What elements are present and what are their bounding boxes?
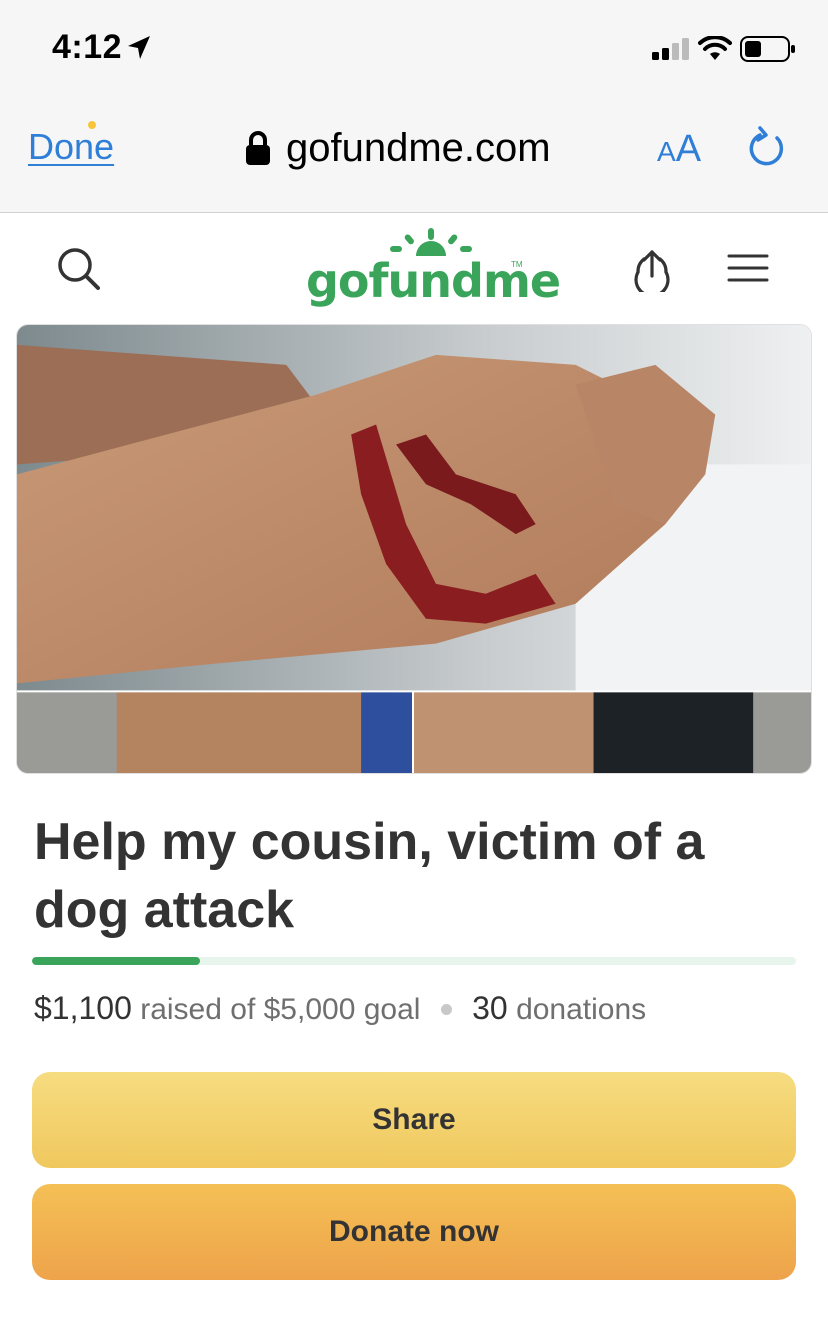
wifi-icon [698,36,732,60]
lock-icon [246,131,270,165]
reload-icon[interactable] [746,126,788,170]
hamburger-menu-icon[interactable] [727,252,769,284]
separator-dot [440,1003,452,1015]
raised-amount: $1,100 [34,990,132,1026]
search-icon[interactable] [56,246,102,292]
progress-fill [32,957,201,965]
text-size-big-label: A [675,128,702,170]
battery-icon [740,36,795,62]
done-indicator-dot [88,121,96,129]
gofundme-logo[interactable]: gofundme TM [306,226,561,308]
raised-goal-text: raised of $5,000 goal [140,993,421,1026]
donate-now-button[interactable]: Donate now [32,1184,796,1280]
campaign-title: Help my cousin, victim of a dog attack [34,813,705,939]
donation-count-label: donations [516,993,647,1026]
share-button[interactable]: Share [32,1072,796,1168]
campaign-photo[interactable] [16,324,812,774]
text-size-button[interactable]: AA [657,128,701,171]
logo-trademark: TM [511,260,523,269]
status-time: 4:12 [52,28,123,66]
address-bar[interactable]: gofundme.com [244,124,551,172]
fundraising-progress-bar [32,957,796,965]
cellular-signal-icon [652,38,689,60]
share-upload-icon[interactable] [630,246,674,292]
donation-count: 30 [472,990,508,1026]
text-size-small-label: A [657,136,676,167]
fundraising-stats: $1,100 raised of $5,000 goal 30 donation… [34,990,646,1027]
url-text: gofundme.com [286,125,551,170]
done-button[interactable]: Done [28,126,114,168]
location-arrow-icon [128,36,150,59]
browser-chrome [0,0,828,213]
campaign-photo-graphic [17,325,811,773]
